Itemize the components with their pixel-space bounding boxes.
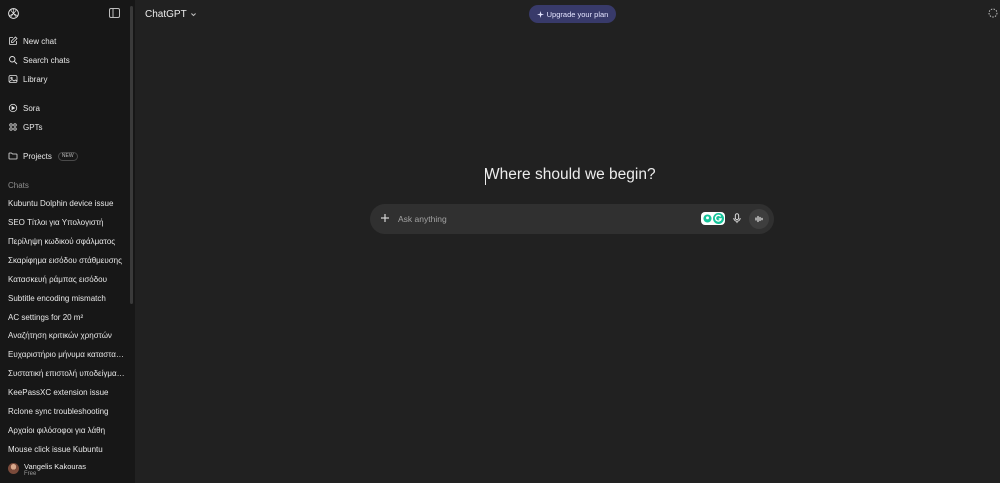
new-chat-button[interactable]: New chat (4, 32, 126, 50)
library-icon (8, 75, 18, 83)
sidebar-header (0, 0, 135, 28)
upgrade-plan-label: Upgrade your plan (546, 9, 609, 19)
new-badge: NEW (57, 151, 78, 161)
user-plan: Free (24, 471, 37, 477)
projects-label: Projects (23, 151, 52, 161)
voice-mode-button[interactable] (749, 209, 769, 229)
prompt-input[interactable] (398, 210, 688, 228)
gpts-button[interactable]: GPTs (4, 118, 126, 136)
chat-history-item[interactable]: Kubuntu Dolphin device issue (4, 195, 126, 213)
page-title: Where should we begin? (485, 166, 656, 183)
sidebar-toggle-icon[interactable] (109, 8, 120, 18)
composer (370, 204, 774, 234)
chat-history-item[interactable]: Αρχαίοι φιλόσοφοι για λάθη (4, 422, 126, 440)
folder-icon (8, 152, 18, 160)
sidebar-scrollbar[interactable] (130, 6, 133, 304)
chat-history-item[interactable]: Mouse click issue Kubuntu (4, 441, 126, 459)
search-chats-button[interactable]: Search chats (4, 51, 126, 69)
plus-icon[interactable] (380, 213, 390, 223)
library-button[interactable]: Library (4, 70, 126, 88)
soundwave-icon (755, 215, 763, 223)
chat-history-item[interactable]: Συστατική επιστολή υποδείγματος (4, 365, 126, 383)
chevron-down-icon (190, 12, 196, 16)
sora-button[interactable]: Sora (4, 99, 126, 117)
sora-icon (8, 103, 18, 113)
sidebar: New chat Search chats Library Sora GPTs … (0, 0, 135, 483)
chat-history-item[interactable]: Αναζήτηση κριτικών χρηστών (4, 327, 126, 345)
openai-logo-icon[interactable] (7, 7, 20, 20)
chat-history-item[interactable]: Ευχαριστήριο μήνυμα κατασταστήματος (4, 346, 126, 364)
location-pin-icon (703, 214, 712, 223)
chat-history-item[interactable]: Rclone sync troubleshooting (4, 403, 126, 421)
search-icon (9, 56, 18, 65)
user-account-button[interactable]: Vangelis Kakouras Free (0, 458, 135, 483)
model-selector[interactable]: ChatGPT (145, 7, 197, 21)
compose-icon (9, 36, 18, 45)
new-chat-label: New chat (23, 36, 57, 46)
sora-label: Sora (23, 103, 40, 113)
model-name: ChatGPT (145, 8, 187, 20)
grammarly-icon (713, 213, 724, 224)
chat-history-item[interactable]: Κατασκευή ράμπας εισόδου (4, 271, 126, 289)
chat-history-item[interactable]: AC settings for 20 m² (4, 309, 126, 327)
sparkle-icon (536, 10, 544, 18)
projects-button[interactable]: Projects NEW (4, 147, 126, 165)
microphone-icon[interactable] (732, 213, 742, 224)
chat-history-item[interactable]: KeePassXC extension issue (4, 384, 126, 402)
chat-history-item[interactable]: Subtitle encoding mismatch (4, 290, 126, 308)
chats-heading: Chats (8, 181, 29, 190)
gpts-icon (9, 123, 17, 131)
extension-icons[interactable] (701, 212, 725, 225)
chat-history-item[interactable]: SEO Τίτλοι για Υπολογιστή (4, 214, 126, 232)
temporary-chat-icon[interactable] (988, 8, 998, 18)
search-chats-label: Search chats (23, 55, 70, 65)
chat-history-item[interactable]: Σκαρίφημα εισόδου στάθμευσης (4, 252, 126, 270)
user-name: Vangelis Kakouras (24, 462, 86, 471)
upgrade-plan-button[interactable]: Upgrade your plan (529, 5, 616, 23)
gpts-label: GPTs (23, 122, 43, 132)
library-label: Library (23, 74, 48, 84)
avatar (8, 463, 19, 474)
chat-history-item[interactable]: Περίληψη κωδικού σφάλματος (4, 233, 126, 251)
